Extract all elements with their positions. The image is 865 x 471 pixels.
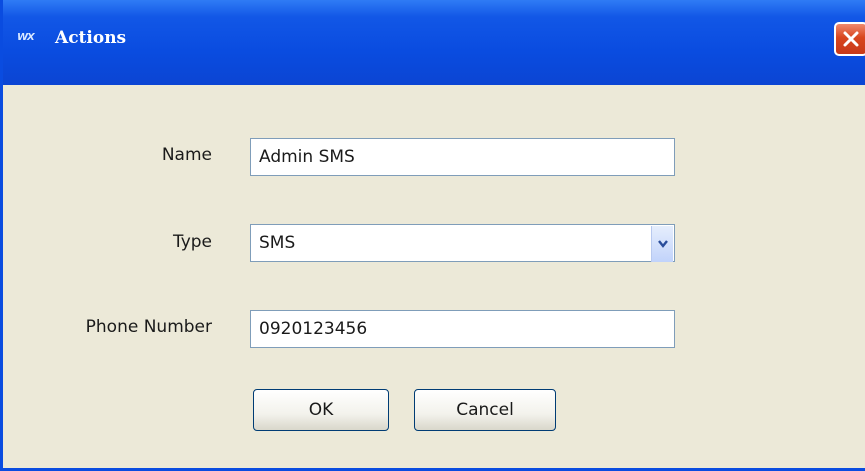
- type-select[interactable]: SMS: [250, 224, 675, 262]
- type-value: SMS: [259, 233, 296, 253]
- phone-label: Phone Number: [85, 317, 212, 337]
- chevron-down-icon: [657, 240, 668, 248]
- name-value: Admin SMS: [259, 147, 355, 167]
- type-label: Type: [172, 232, 212, 252]
- type-dropdown-button[interactable]: [651, 226, 673, 262]
- ok-button[interactable]: OK: [253, 389, 389, 431]
- window-title: Actions: [55, 28, 127, 48]
- cancel-button[interactable]: Cancel: [414, 389, 556, 431]
- name-label: Name: [161, 145, 212, 165]
- phone-input[interactable]: 0920123456: [250, 310, 675, 348]
- dialog-content: Name Admin SMS Type SMS Phone Number 092…: [6, 85, 865, 468]
- close-icon: [843, 31, 859, 47]
- name-input[interactable]: Admin SMS: [250, 138, 675, 176]
- title-bar[interactable]: WX Actions: [3, 0, 865, 85]
- phone-value: 0920123456: [259, 319, 368, 339]
- app-icon: WX: [17, 32, 35, 43]
- close-button[interactable]: [834, 22, 865, 56]
- actions-dialog: WX Actions Name Admin SMS Type SMS Phone…: [0, 0, 865, 471]
